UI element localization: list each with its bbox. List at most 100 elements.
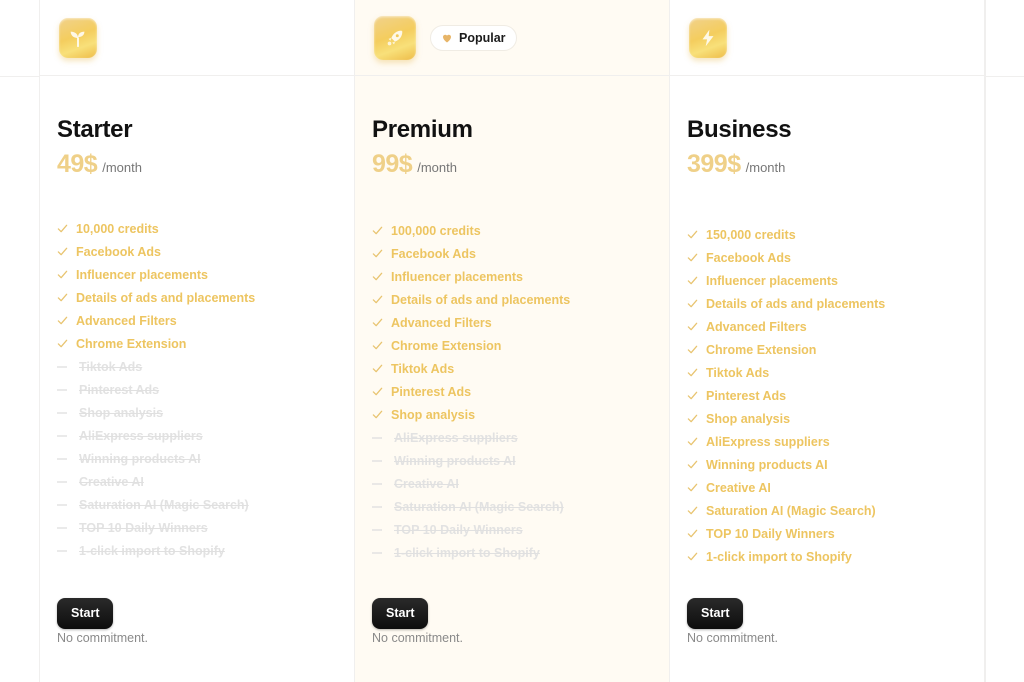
feature-label: TOP 10 Daily Winners: [706, 526, 835, 541]
feature-item: 100,000 credits: [372, 219, 570, 242]
feature-item: Shop analysis: [57, 401, 255, 424]
feature-label: AliExpress suppliers: [706, 434, 830, 449]
feature-label: Shop analysis: [79, 405, 164, 420]
feature-label: Pinterest Ads: [391, 384, 472, 399]
check-icon: [372, 363, 391, 374]
feature-label: Tiktok Ads: [391, 361, 455, 376]
feature-label: AliExpress suppliers: [79, 428, 203, 443]
dash-icon: [372, 551, 394, 555]
feature-item: Tiktok Ads: [687, 361, 885, 384]
feature-label: Saturation AI (Magic Search): [394, 499, 564, 514]
check-icon: [687, 229, 706, 240]
feature-item: Tiktok Ads: [57, 355, 255, 378]
feature-label: Winning products AI: [79, 451, 201, 466]
badge-label: Popular: [459, 30, 506, 45]
feature-label: Advanced Filters: [391, 315, 492, 330]
feature-item: Winning products AI: [687, 453, 885, 476]
check-icon: [687, 482, 706, 493]
dash-icon: [57, 503, 79, 507]
feature-item: TOP 10 Daily Winners: [57, 516, 255, 539]
feature-label: Saturation AI (Magic Search): [706, 503, 876, 518]
feature-label: AliExpress suppliers: [394, 430, 518, 445]
feature-item: AliExpress suppliers: [687, 430, 885, 453]
feature-item: TOP 10 Daily Winners: [372, 518, 570, 541]
feature-item: 10,000 credits: [57, 217, 255, 240]
feature-label: Shop analysis: [391, 407, 476, 422]
lightning-icon: [689, 17, 727, 58]
rocket-icon: [374, 15, 416, 60]
feature-item: Shop analysis: [687, 407, 885, 430]
feature-item: Details of ads and placements: [687, 292, 885, 315]
plan-card-premium: Popular Premium 99$ /month 100,000 credi…: [355, 0, 670, 682]
feature-item: Advanced Filters: [57, 309, 255, 332]
check-icon: [372, 340, 391, 351]
feature-item: Winning products AI: [57, 447, 255, 470]
dash-icon: [57, 411, 79, 415]
check-icon: [57, 223, 76, 234]
check-icon: [372, 317, 391, 328]
check-icon: [687, 551, 706, 562]
feature-label: 150,000 credits: [706, 227, 796, 242]
start-button[interactable]: Start: [372, 598, 429, 629]
feature-label: Winning products AI: [706, 457, 828, 472]
feature-label: Influencer placements: [76, 267, 208, 282]
check-icon: [57, 269, 76, 280]
dash-icon: [57, 549, 79, 553]
feature-label: Tiktok Ads: [79, 359, 143, 374]
check-icon: [687, 321, 706, 332]
feature-label: 100,000 credits: [391, 223, 481, 238]
feature-item: Saturation AI (Magic Search): [57, 493, 255, 516]
feature-item: Advanced Filters: [372, 311, 570, 334]
no-commitment-note: No commitment.: [687, 631, 778, 645]
feature-label: TOP 10 Daily Winners: [394, 522, 523, 537]
start-button[interactable]: Start: [687, 598, 744, 629]
check-icon: [687, 413, 706, 424]
price-period: /month: [417, 160, 457, 175]
feature-label: Pinterest Ads: [706, 388, 787, 403]
feature-label: Creative AI: [79, 474, 144, 489]
feature-label: Facebook Ads: [706, 250, 791, 265]
dash-icon: [57, 434, 79, 438]
feature-label: 10,000 credits: [76, 221, 159, 236]
feature-item: Facebook Ads: [57, 240, 255, 263]
check-icon: [687, 275, 706, 286]
dash-icon: [57, 365, 79, 369]
price-row: 99$ /month: [372, 150, 457, 179]
check-icon: [687, 505, 706, 516]
check-icon: [372, 271, 391, 282]
feature-item: Pinterest Ads: [57, 378, 255, 401]
feature-item: 150,000 credits: [687, 223, 885, 246]
feature-label: Facebook Ads: [76, 244, 161, 259]
feature-list: 10,000 credits Facebook Ads Influencer pla…: [57, 217, 255, 562]
feature-label: TOP 10 Daily Winners: [79, 520, 208, 535]
feature-item: Chrome Extension: [687, 338, 885, 361]
popular-badge: Popular: [430, 24, 517, 51]
no-commitment-note: No commitment.: [57, 631, 148, 645]
feature-item: Influencer placements: [57, 263, 255, 286]
feature-label: Pinterest Ads: [79, 382, 160, 397]
feature-item: AliExpress suppliers: [372, 426, 570, 449]
plan-price: 99$: [372, 150, 413, 178]
plan-name: Premium: [372, 116, 473, 143]
start-button[interactable]: Start: [57, 598, 114, 629]
check-icon: [687, 390, 706, 401]
check-icon: [57, 246, 76, 257]
plan-header: [670, 0, 984, 76]
feature-label: 1-click import to Shopify: [394, 545, 540, 560]
price-period: /month: [745, 160, 786, 175]
feature-item: Saturation AI (Magic Search): [372, 495, 570, 518]
feature-label: Facebook Ads: [391, 246, 476, 261]
plan-name: Business: [687, 116, 792, 143]
feature-item: Creative AI: [687, 476, 885, 499]
feature-label: Advanced Filters: [706, 319, 807, 334]
no-commitment-note: No commitment.: [372, 631, 463, 645]
check-icon: [687, 252, 706, 263]
feature-item: Details of ads and placements: [372, 288, 570, 311]
feature-label: Tiktok Ads: [706, 365, 770, 380]
feature-label: Saturation AI (Magic Search): [79, 497, 249, 512]
plan-card-starter: Starter 49$ /month 10,000 credits Faceboo…: [40, 0, 355, 682]
feature-label: Winning products AI: [394, 453, 516, 468]
feature-label: Chrome Extension: [76, 336, 187, 351]
plan-name: Starter: [57, 116, 133, 143]
check-icon: [372, 248, 391, 259]
